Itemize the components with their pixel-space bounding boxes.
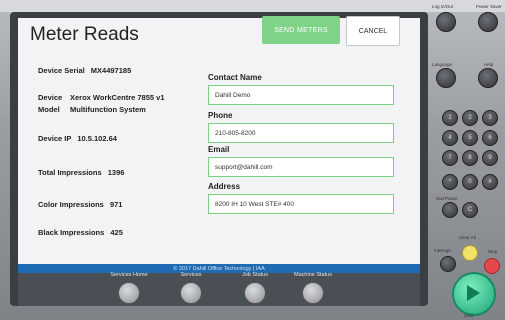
device-model-label-1: Device — [38, 93, 63, 102]
key-1[interactable]: 1 — [442, 110, 458, 126]
power-saver-button[interactable] — [478, 12, 498, 32]
device-model-value-1: Xerox WorkCentre 7855 v1 — [70, 93, 165, 102]
device-model: Device Xerox WorkCentre 7855 v1 Model Mult… — [38, 92, 165, 116]
key-0[interactable]: 0 — [462, 174, 478, 190]
machine-status-label: Machine Status — [294, 272, 332, 278]
device-model-value-2: Multifunction System — [70, 105, 146, 114]
key-5[interactable]: 5 — [462, 130, 478, 146]
dial-pause-label: Dial Pause — [436, 196, 458, 201]
services-knob — [180, 282, 202, 304]
key-hash[interactable]: # — [482, 174, 498, 190]
email-label: Email — [208, 145, 230, 154]
interrupt-label: Interrupt — [434, 248, 451, 253]
job-status-button[interactable]: Job Status — [232, 272, 278, 304]
black-impressions: Black Impressions 425 — [38, 228, 123, 237]
phone-field[interactable]: 210-805-8200 — [208, 123, 394, 143]
key-9[interactable]: 9 — [482, 150, 498, 166]
key-6[interactable]: 6 — [482, 130, 498, 146]
contact-name-label: Contact Name — [208, 73, 262, 82]
help-label: Help — [484, 62, 494, 67]
help-button[interactable] — [478, 68, 498, 88]
black-impressions-value: 425 — [110, 228, 123, 237]
color-impressions: Color Impressions 971 — [38, 200, 122, 209]
footer-copyright: © 2017 Dahill Office Technology | IAA — [18, 264, 420, 273]
key-3[interactable]: 3 — [482, 110, 498, 126]
power-saver-label: Power Saver — [476, 4, 502, 9]
home-icon — [118, 282, 140, 304]
stop-button[interactable] — [484, 258, 500, 274]
services-home-button[interactable]: Services Home — [106, 272, 152, 304]
key-clear[interactable]: C — [462, 202, 478, 218]
login-label: Log In/Out — [432, 4, 454, 9]
cancel-button[interactable]: CANCEL — [346, 16, 400, 46]
color-impressions-label: Color Impressions — [38, 200, 104, 209]
device-model-label-2: Model — [38, 105, 60, 114]
device-serial-label: Device Serial — [38, 66, 85, 75]
language-button[interactable] — [436, 68, 456, 88]
key-star[interactable]: * — [442, 174, 458, 190]
key-2[interactable]: 2 — [462, 110, 478, 126]
key-8[interactable]: 8 — [462, 150, 478, 166]
email-field[interactable]: support@dahill.com — [208, 157, 394, 177]
device-ip-value: 10.5.102.64 — [77, 134, 117, 143]
interrupt-button[interactable] — [440, 256, 456, 272]
device-ip: Device IP 10.5.102.64 — [38, 134, 117, 143]
key-7[interactable]: 7 — [442, 150, 458, 166]
address-label: Address — [208, 182, 241, 191]
services-label: Services — [180, 272, 202, 278]
services-home-label: Services Home — [110, 272, 148, 278]
device-serial: Device Serial MX4497185 — [38, 66, 131, 75]
login-button[interactable] — [436, 12, 456, 32]
page-title: Meter Reads — [30, 24, 139, 45]
clear-all-button[interactable] — [462, 245, 478, 261]
job-status-label: Job Status — [242, 272, 268, 278]
dial-pause-button[interactable] — [442, 202, 458, 218]
black-impressions-label: Black Impressions — [38, 228, 105, 237]
address-field[interactable]: 8200 IH 10 West STE# 400 — [208, 194, 394, 214]
start-arrow-icon — [467, 285, 480, 301]
device-serial-value: MX4497185 — [90, 66, 132, 75]
job-status-knob — [244, 282, 266, 304]
services-button[interactable]: Services — [168, 272, 214, 304]
key-4[interactable]: 4 — [442, 130, 458, 146]
machine-status-knob — [302, 282, 324, 304]
stop-label: Stop — [488, 249, 498, 254]
phone-label: Phone — [208, 111, 233, 120]
start-label: Start — [464, 313, 474, 318]
clear-all-label: Clear All — [459, 235, 476, 240]
total-impressions-value: 1396 — [107, 168, 125, 177]
language-label: Language — [432, 62, 453, 67]
start-button[interactable] — [452, 272, 496, 316]
total-impressions: Total Impressions 1396 — [38, 168, 124, 177]
device-ip-label: Device IP — [38, 134, 72, 143]
hardware-button-strip — [18, 273, 420, 306]
send-meters-button[interactable]: SEND METERS — [262, 16, 340, 44]
contact-name-field[interactable]: Dahill Demo — [208, 85, 394, 105]
color-impressions-value: 971 — [109, 200, 123, 209]
total-impressions-label: Total Impressions — [38, 168, 102, 177]
machine-status-button[interactable]: Machine Status — [290, 272, 336, 304]
